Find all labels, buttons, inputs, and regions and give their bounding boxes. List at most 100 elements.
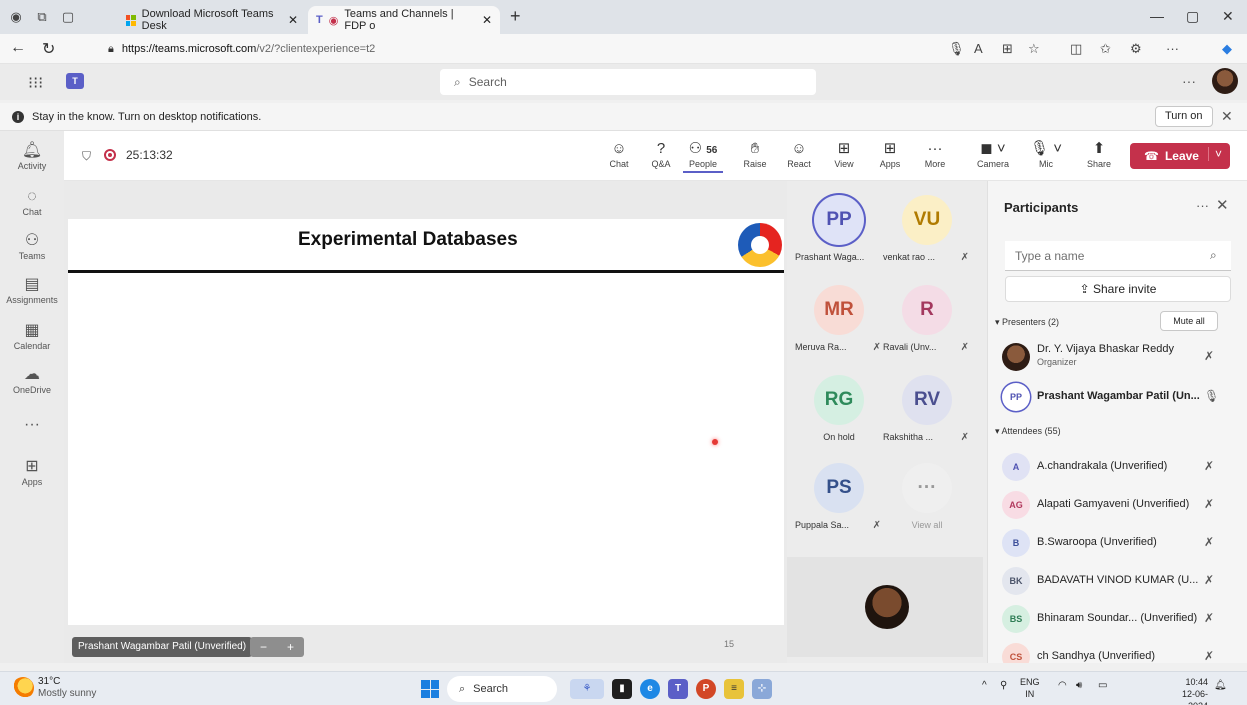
powerpoint-icon[interactable]: P	[696, 679, 716, 699]
participant-name: A.chandrakala (Unverified)	[1037, 460, 1168, 472]
tab-download-teams[interactable]: Download Microsoft Teams Desk ✕	[118, 6, 306, 34]
teams-search-box[interactable]: ⌕ Search	[440, 69, 816, 95]
profile-icon[interactable]: ◉	[8, 9, 24, 25]
zoom-out-icon[interactable]: −	[260, 640, 267, 654]
participant-row[interactable]: BK BADAVATH VINOD KUMAR (U... ✗	[1002, 563, 1242, 599]
system-clock[interactable]: 10:4412-06-2024	[1164, 676, 1208, 705]
notepad-icon[interactable]: ≡	[724, 679, 744, 699]
participant-video-tile[interactable]: VU venkat rao ... ✗	[881, 189, 969, 271]
favorites-icon[interactable]: ✩	[1100, 41, 1111, 57]
chevron-up-icon[interactable]: ^	[982, 680, 987, 691]
workspaces-icon[interactable]: ⧉	[34, 9, 50, 25]
zoom-control[interactable]: − +	[250, 637, 304, 657]
turn-on-button[interactable]: Turn on	[1155, 106, 1213, 127]
people-button[interactable]: ⚇ 56 People	[683, 139, 723, 173]
rail-item-chat[interactable]: ◌ Chat	[0, 187, 64, 217]
mute-all-button[interactable]: Mute all	[1160, 311, 1218, 331]
rail-item-teams[interactable]: ⚇ Teams	[0, 231, 64, 261]
back-icon[interactable]: ←	[10, 39, 26, 57]
rail-item-assignments[interactable]: ▤ Assignments	[0, 275, 64, 305]
leave-button[interactable]: ☎︎ Leave ˅	[1130, 143, 1230, 169]
rail-item-calendar[interactable]: ▦ Calendar	[0, 321, 64, 351]
participant-video-tile[interactable]: R Ravali (Unv... ✗	[881, 279, 969, 361]
react-button[interactable]: ☺ React	[779, 139, 819, 169]
view-all-tile[interactable]: ··· View all	[881, 457, 969, 539]
close-icon[interactable]: ✕	[288, 13, 298, 27]
extensions-icon[interactable]: ⚙	[1130, 41, 1142, 57]
participant-row[interactable]: PP Prashant Wagambar Patil (Un... 🎙︎	[1002, 379, 1242, 415]
teams-logo-icon: T	[316, 14, 323, 26]
participant-row[interactable]: Dr. Y. Vijaya Bhaskar Reddy Organizer ✗	[1002, 339, 1242, 375]
more-button[interactable]: ··· More	[915, 139, 955, 169]
avatar: PS	[814, 463, 864, 513]
rail-item-activity[interactable]: 🔔︎ Activity	[0, 141, 64, 171]
copilot-icon[interactable]: ◆	[1222, 41, 1232, 57]
battery-icon[interactable]: ▭	[1098, 680, 1107, 691]
more-icon[interactable]: ···	[1166, 41, 1179, 56]
tab-actions-icon[interactable]: ▢	[60, 9, 76, 25]
start-button[interactable]	[421, 680, 439, 698]
zoom-in-icon[interactable]: +	[287, 640, 294, 654]
mic-permission-icon[interactable]: 🎙︎	[948, 41, 965, 57]
url-field[interactable]: 🔒︎ https://teams.microsoft.com/v2/?clien…	[96, 37, 966, 61]
participant-row[interactable]: B B.Swaroopa (Unverified) ✗	[1002, 525, 1242, 561]
raise-hand-button[interactable]: ✋︎ Raise	[735, 139, 775, 169]
participant-video-tile[interactable]: RG On hold	[793, 369, 881, 451]
share-button[interactable]: ⬆︎ Share	[1079, 139, 1119, 169]
close-icon[interactable]: ✕	[482, 13, 492, 27]
user-avatar[interactable]	[1212, 68, 1238, 94]
weather-description: Mostly sunny	[38, 688, 97, 699]
more-options-icon[interactable]: ···	[1196, 198, 1209, 213]
participant-row[interactable]: AG Alapati Gamyaveni (Unverified) ✗	[1002, 487, 1242, 523]
close-icon[interactable]: ✕	[1216, 196, 1229, 214]
close-window-icon[interactable]: ✕	[1222, 8, 1234, 25]
task-view-icon[interactable]: ▮	[612, 679, 632, 699]
participant-video-tile[interactable]: PP Prashant Waga...	[793, 189, 881, 271]
input-language[interactable]: ENG IN	[1020, 676, 1040, 700]
attendees-section-header[interactable]: ▾ Attendees (55)	[995, 426, 1061, 437]
self-view[interactable]	[787, 557, 983, 657]
share-invite-button[interactable]: ⇪ Share invite	[1005, 276, 1231, 302]
favorite-star-icon[interactable]: ☆	[1028, 41, 1040, 57]
participant-row[interactable]: A A.chandrakala (Unverified) ✗	[1002, 449, 1242, 485]
view-button[interactable]: ⊞ View	[824, 139, 864, 169]
restore-icon[interactable]: ▢	[1186, 8, 1199, 25]
app-available-icon[interactable]: ⊞	[1002, 41, 1013, 57]
notification-bell-icon[interactable]: 🔔︎	[1214, 680, 1227, 691]
more-options-icon[interactable]: ···	[1182, 73, 1196, 89]
widget-app-icon[interactable]: ⚘	[570, 679, 604, 699]
network-app-icon[interactable]: ⊹	[752, 679, 772, 699]
volume-icon[interactable]: 🔊︎	[1076, 680, 1082, 691]
close-icon[interactable]: ✕	[1221, 108, 1233, 125]
camera-button[interactable]: ◼︎ ˅ Camera	[973, 139, 1013, 169]
taskbar-search[interactable]: ⌕ Search	[447, 676, 557, 702]
participant-row[interactable]: BS Bhinaram Soundar... (Unverified) ✗	[1002, 601, 1242, 637]
bluetooth-icon[interactable]: ⚲	[1000, 680, 1007, 691]
refresh-icon[interactable]: ↻	[42, 39, 55, 59]
app-launcher-icon[interactable]: ⁝⁝⁝	[28, 73, 43, 93]
participant-video-tile[interactable]: MR Meruva Ra... ✗	[793, 279, 881, 361]
participant-video-tile[interactable]: RV Rakshitha ... ✗	[881, 369, 969, 451]
participant-row[interactable]: CS ch Sandhya (Unverified) ✗	[1002, 639, 1242, 663]
teams-taskbar-icon[interactable]: T	[668, 679, 688, 699]
participant-search-input[interactable]	[1005, 241, 1231, 271]
participant-video-tile[interactable]: PS Puppala Sa... ✗	[793, 457, 881, 539]
rail-item-more[interactable]: ···	[0, 415, 64, 435]
rail-item-apps[interactable]: ⊞ Apps	[0, 457, 64, 487]
chat-button[interactable]: ☺ Chat	[599, 139, 639, 169]
weather-icon[interactable]	[12, 677, 34, 699]
split-screen-icon[interactable]: ◫	[1070, 41, 1082, 57]
read-aloud-icon[interactable]: A	[974, 41, 983, 56]
tab-teams-channels[interactable]: T ◉ Teams and Channels | FDP o ✕	[308, 6, 500, 34]
minimize-icon[interactable]: —	[1150, 8, 1164, 24]
wifi-icon[interactable]: ◠	[1058, 680, 1067, 691]
mic-button[interactable]: 🎙︎ ˅ Mic	[1026, 139, 1066, 169]
notification-text: Stay in the know. Turn on desktop notifi…	[32, 110, 262, 123]
apps-button[interactable]: ⊞ Apps	[870, 139, 910, 169]
new-tab-icon[interactable]: +	[510, 6, 521, 27]
chevron-down-icon[interactable]: ˅	[1207, 147, 1222, 161]
edge-icon[interactable]: e	[640, 679, 660, 699]
qa-button[interactable]: ? Q&A	[641, 139, 681, 169]
rail-item-onedrive[interactable]: ☁︎ OneDrive	[0, 365, 64, 395]
presenters-section-header[interactable]: ▾ Presenters (2)	[995, 317, 1059, 328]
